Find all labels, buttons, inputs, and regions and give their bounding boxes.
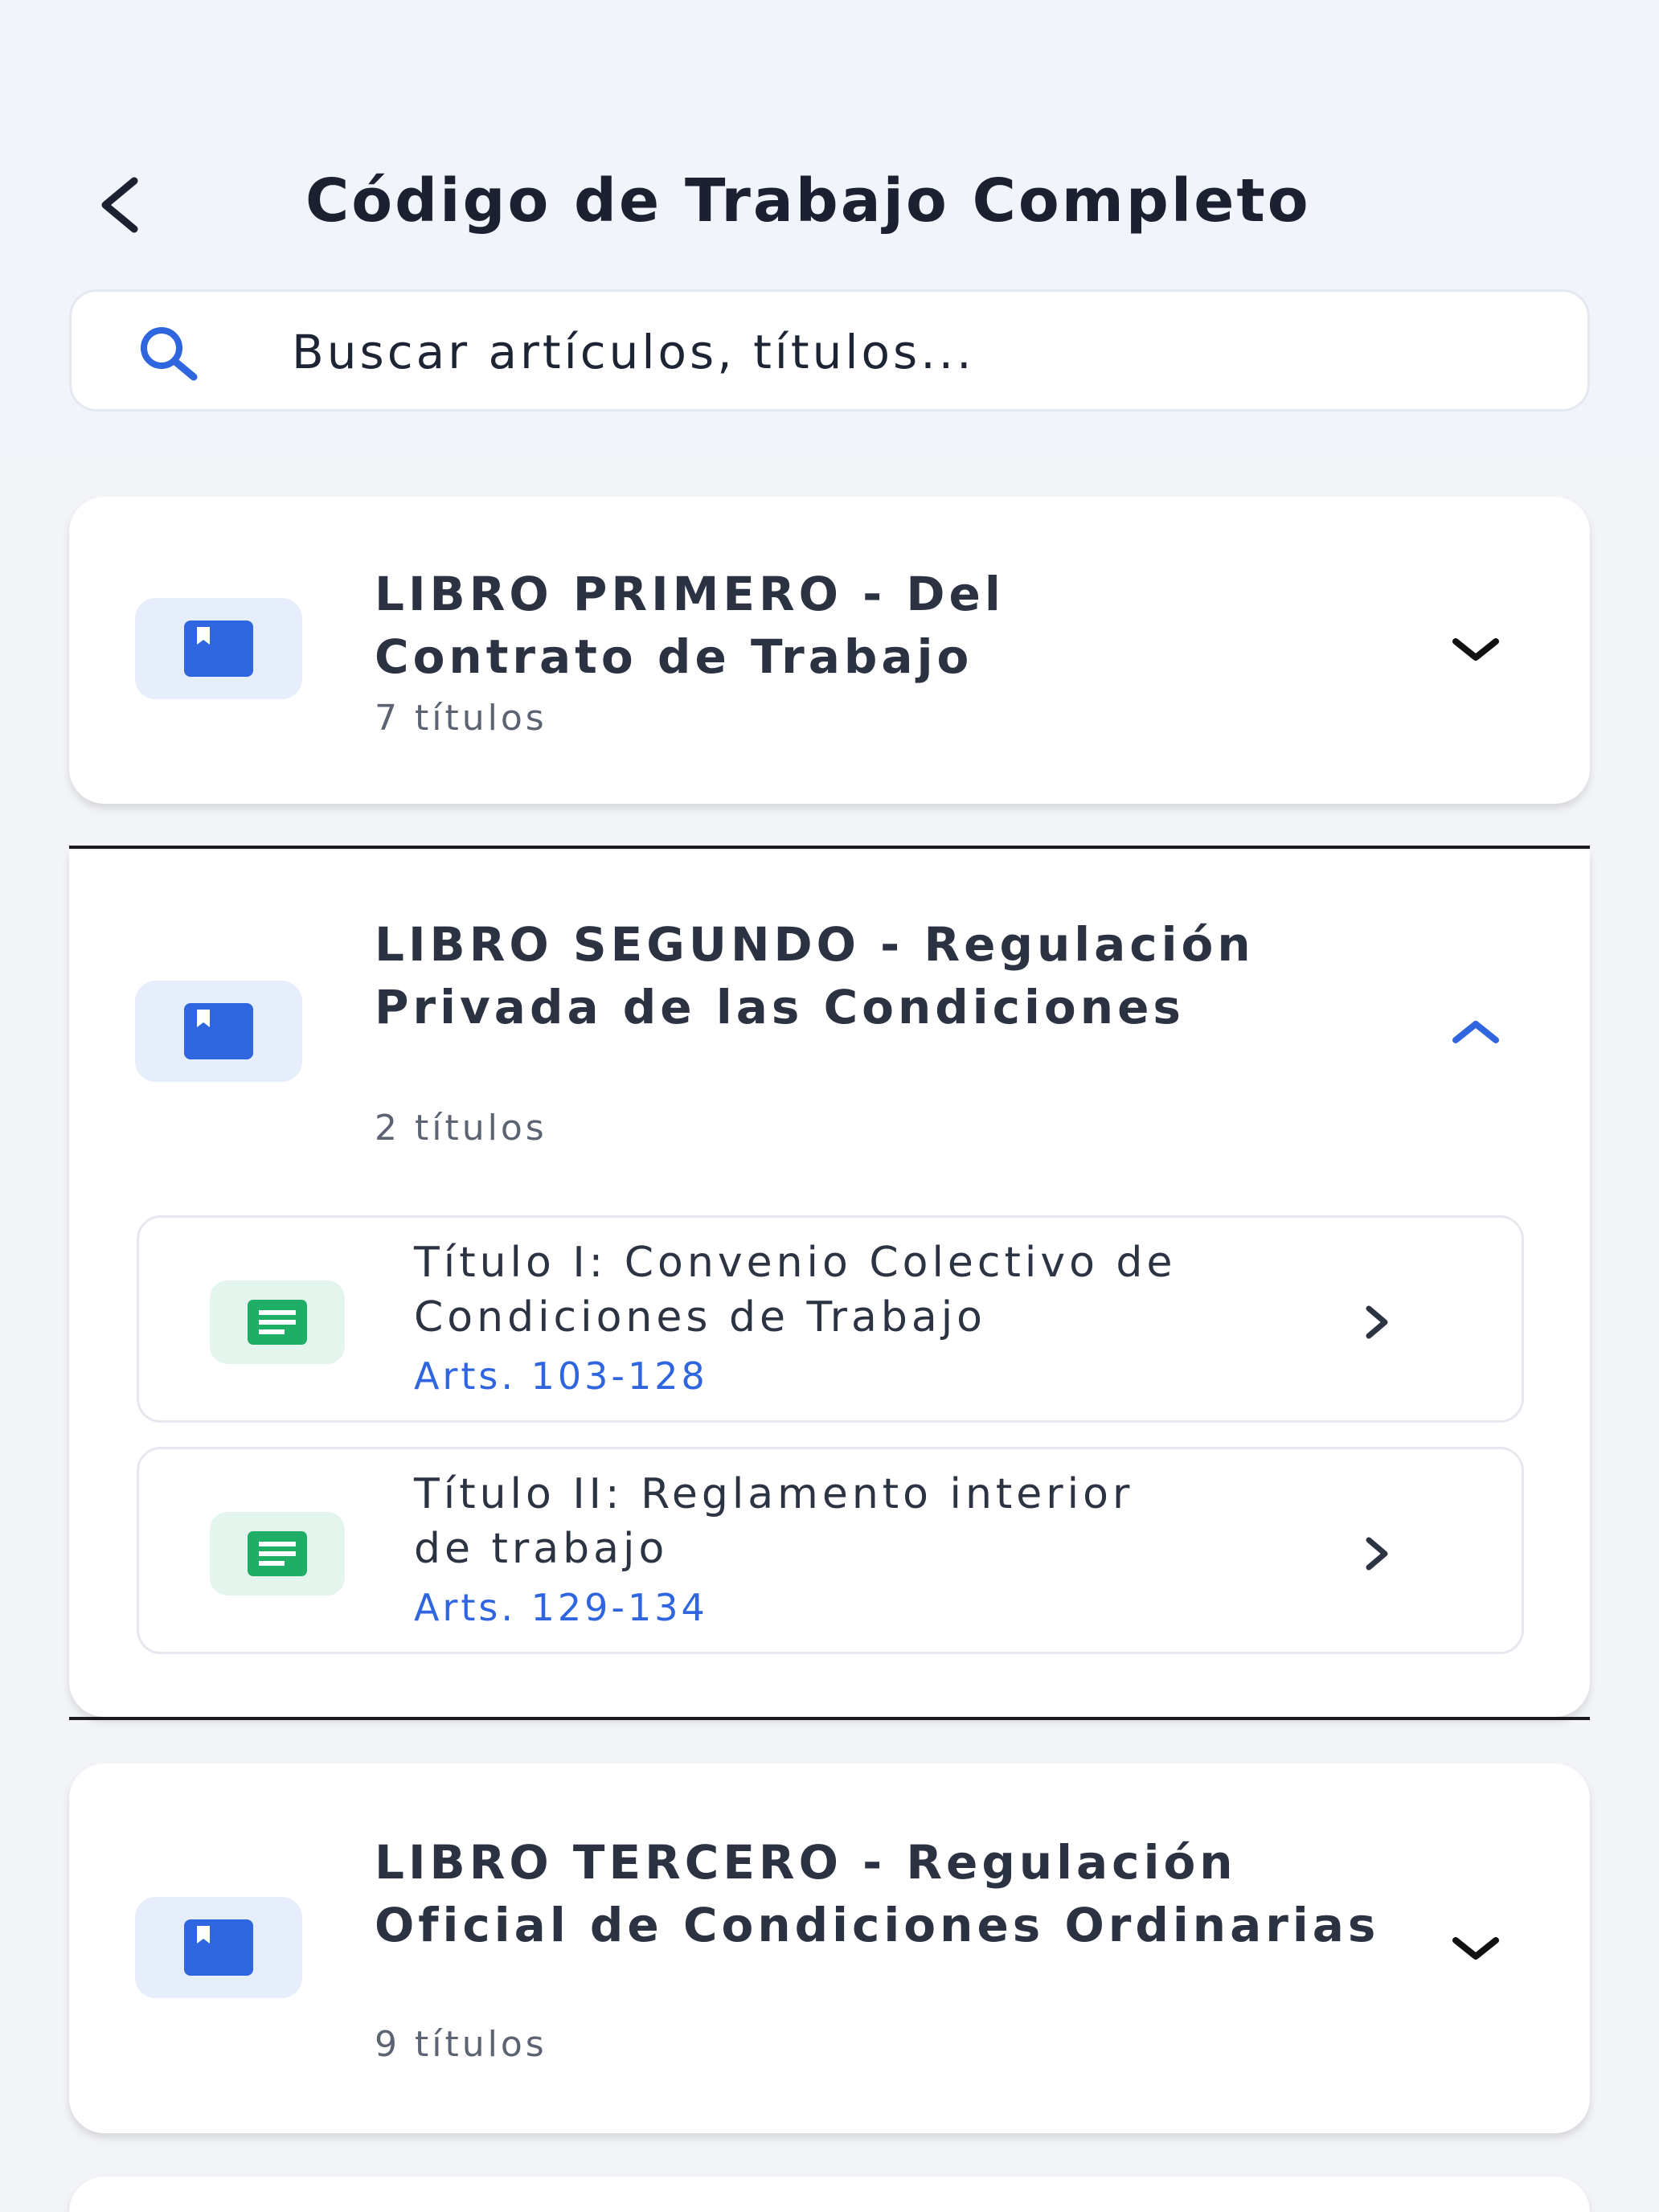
book-icon xyxy=(184,621,253,677)
book-card-primero[interactable]: LIBRO PRIMERO - Del Contrato de Trabajo … xyxy=(69,497,1590,804)
chevron-up-icon xyxy=(1452,1021,1499,1043)
back-button[interactable] xyxy=(80,165,161,245)
title-item-label: Título II: Reglamento interior de trabaj… xyxy=(414,1470,1134,1573)
chevron-right-icon xyxy=(1366,1305,1388,1339)
open-button[interactable] xyxy=(1345,1290,1409,1354)
page-title: Código de Trabajo Completo xyxy=(305,166,1311,236)
book-title: LIBRO TERCERO - Regulación Oficial de Co… xyxy=(375,1835,1380,1952)
book-icon xyxy=(184,1003,253,1059)
book-title: LIBRO SEGUNDO - Regulación Privada de la… xyxy=(375,917,1255,1034)
search-icon xyxy=(141,327,198,381)
book-icon xyxy=(184,1919,253,1976)
doc-badge xyxy=(210,1512,345,1596)
title-item-range: Arts. 129-134 xyxy=(414,1586,708,1629)
expand-button[interactable] xyxy=(1436,617,1516,682)
chevron-left-icon xyxy=(101,177,138,233)
search-input[interactable] xyxy=(292,316,1546,388)
chevron-down-icon xyxy=(1452,638,1499,661)
book-card-segundo[interactable]: LIBRO SEGUNDO - Regulación Privada de la… xyxy=(69,850,1590,1717)
document-icon xyxy=(248,1300,307,1345)
book-count: 7 títulos xyxy=(375,698,547,739)
open-button[interactable] xyxy=(1345,1522,1409,1586)
title-item-label: Título I: Convenio Colectivo de Condicio… xyxy=(414,1239,1177,1342)
section-divider xyxy=(69,846,1590,849)
collapse-button[interactable] xyxy=(1436,1000,1516,1064)
chevron-right-icon xyxy=(1366,1537,1388,1571)
title-item[interactable]: Título I: Convenio Colectivo de Condicio… xyxy=(137,1215,1524,1423)
title-item[interactable]: Título II: Reglamento interior de trabaj… xyxy=(137,1447,1524,1654)
expand-button[interactable] xyxy=(1436,1916,1516,1981)
book-badge xyxy=(135,598,302,699)
book-badge xyxy=(135,981,302,1082)
book-card-next[interactable] xyxy=(69,2177,1590,2212)
search-bar[interactable] xyxy=(69,289,1590,412)
book-count: 2 títulos xyxy=(375,1108,547,1149)
doc-badge xyxy=(210,1280,345,1364)
chevron-down-icon xyxy=(1452,1937,1499,1960)
title-item-range: Arts. 103-128 xyxy=(414,1354,708,1398)
book-card-tercero[interactable]: LIBRO TERCERO - Regulación Oficial de Co… xyxy=(69,1763,1590,2133)
document-icon xyxy=(248,1531,307,1576)
book-count: 9 títulos xyxy=(375,2024,547,2065)
app-header: Código de Trabajo Completo xyxy=(0,0,1659,454)
section-divider xyxy=(69,1717,1590,1720)
book-title: LIBRO PRIMERO - Del Contrato de Trabajo xyxy=(375,567,1005,684)
book-badge xyxy=(135,1897,302,1998)
